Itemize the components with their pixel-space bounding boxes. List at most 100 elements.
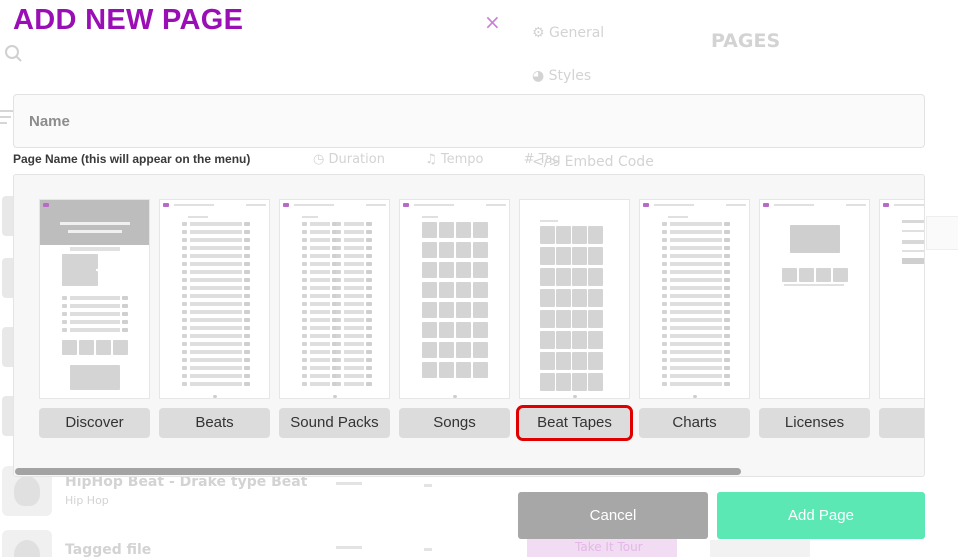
preview-shape [572, 289, 587, 307]
beats-template-preview[interactable] [159, 199, 270, 399]
preview-shape [473, 262, 488, 278]
preview-shape [336, 334, 341, 338]
bg-menu-styles: ◕ Styles [532, 68, 592, 84]
preview-shape [473, 222, 488, 238]
template-card[interactable]: Co [879, 199, 924, 438]
preview-shape [174, 204, 214, 206]
preview-shape [422, 216, 438, 218]
template-card[interactable]: Beats [159, 199, 270, 438]
preview-shape [366, 366, 372, 370]
preview-shape [572, 226, 587, 244]
preview-shape [763, 203, 769, 207]
preview-shape [190, 350, 242, 354]
preview-shape [190, 374, 242, 378]
bg-dash [336, 482, 362, 485]
preview-shape [439, 242, 454, 258]
carousel-scrollbar-thumb[interactable] [15, 468, 741, 475]
preview-shape [333, 395, 337, 398]
template-card[interactable]: Licenses [759, 199, 870, 438]
preview-shape [670, 310, 722, 314]
preview-shape [439, 282, 454, 298]
preview-shape [473, 342, 488, 358]
preview-shape [310, 278, 330, 282]
preview-shape [556, 310, 571, 328]
preview-shape [662, 310, 667, 314]
template-label[interactable]: Licenses [759, 408, 870, 438]
add-page-button[interactable]: Add Page [717, 492, 925, 539]
contact-template-preview[interactable] [879, 199, 924, 399]
preview-shape [662, 278, 667, 282]
beat-tapes-template-preview[interactable] [519, 199, 630, 399]
preview-shape [366, 230, 372, 234]
preview-shape [670, 326, 722, 330]
preview-shape [190, 278, 242, 282]
cancel-button[interactable]: Cancel [518, 492, 708, 539]
preview-shape [662, 262, 667, 266]
preview-shape [344, 350, 364, 354]
preview-shape [336, 294, 341, 298]
preview-shape [302, 230, 307, 234]
template-label[interactable]: Charts [639, 408, 750, 438]
template-label[interactable]: Songs [399, 408, 510, 438]
template-card[interactable]: Discover [39, 199, 150, 438]
template-card[interactable]: Songs [399, 199, 510, 438]
template-carousel[interactable]: Discover Beats Sound Packs Songs Beat Tapes C… [13, 174, 925, 477]
preview-shape [244, 358, 250, 362]
page-name-input[interactable] [13, 94, 925, 148]
preview-shape [486, 204, 506, 206]
licenses-template-preview[interactable] [759, 199, 870, 399]
preview-shape [244, 342, 250, 346]
preview-shape [310, 318, 330, 322]
preview-shape [662, 222, 667, 226]
preview-shape [190, 230, 242, 234]
preview-shape [670, 382, 722, 386]
preview-shape [540, 310, 555, 328]
preview-shape [182, 270, 187, 274]
preview-shape [182, 278, 187, 282]
preview-shape [670, 374, 722, 378]
preview-shape [902, 220, 924, 223]
preview-shape [724, 382, 730, 386]
preview-shape [310, 262, 330, 266]
preview-shape [422, 362, 437, 378]
preview-shape [244, 318, 250, 322]
preview-shape [439, 222, 454, 238]
preview-shape [588, 331, 603, 349]
preview-shape [366, 262, 372, 266]
preview-shape [182, 246, 187, 250]
preview-shape [310, 246, 330, 250]
preview-shape [70, 328, 120, 332]
charts-template-preview[interactable] [639, 199, 750, 399]
template-card[interactable]: Beat Tapes [516, 199, 633, 441]
preview-shape [894, 204, 924, 206]
template-label[interactable]: Beats [159, 408, 270, 438]
template-label[interactable]: Discover [39, 408, 150, 438]
preview-shape [246, 204, 266, 206]
preview-shape [366, 382, 372, 386]
template-label[interactable]: Co [879, 408, 924, 438]
preview-shape [453, 395, 457, 398]
template-card[interactable]: Charts [639, 199, 750, 438]
preview-shape [310, 326, 330, 330]
preview-shape [540, 331, 555, 349]
preview-shape [784, 284, 844, 286]
preview-shape [302, 270, 307, 274]
preview-shape [62, 320, 67, 324]
preview-shape [182, 230, 187, 234]
preview-shape [540, 226, 555, 244]
sound-packs-template-preview[interactable] [279, 199, 390, 399]
template-label[interactable]: Beat Tapes [516, 405, 633, 441]
discover-template-preview[interactable] [39, 199, 150, 399]
template-label[interactable]: Sound Packs [279, 408, 390, 438]
preview-shape [774, 204, 814, 206]
close-icon[interactable]: × [484, 12, 501, 32]
template-card[interactable]: Sound Packs [279, 199, 390, 438]
preview-shape [302, 350, 307, 354]
preview-shape [662, 350, 667, 354]
preview-shape [302, 254, 307, 258]
preview-shape [366, 254, 372, 258]
preview-shape [70, 247, 120, 251]
preview-shape [182, 310, 187, 314]
songs-template-preview[interactable] [399, 199, 510, 399]
preview-shape [182, 342, 187, 346]
